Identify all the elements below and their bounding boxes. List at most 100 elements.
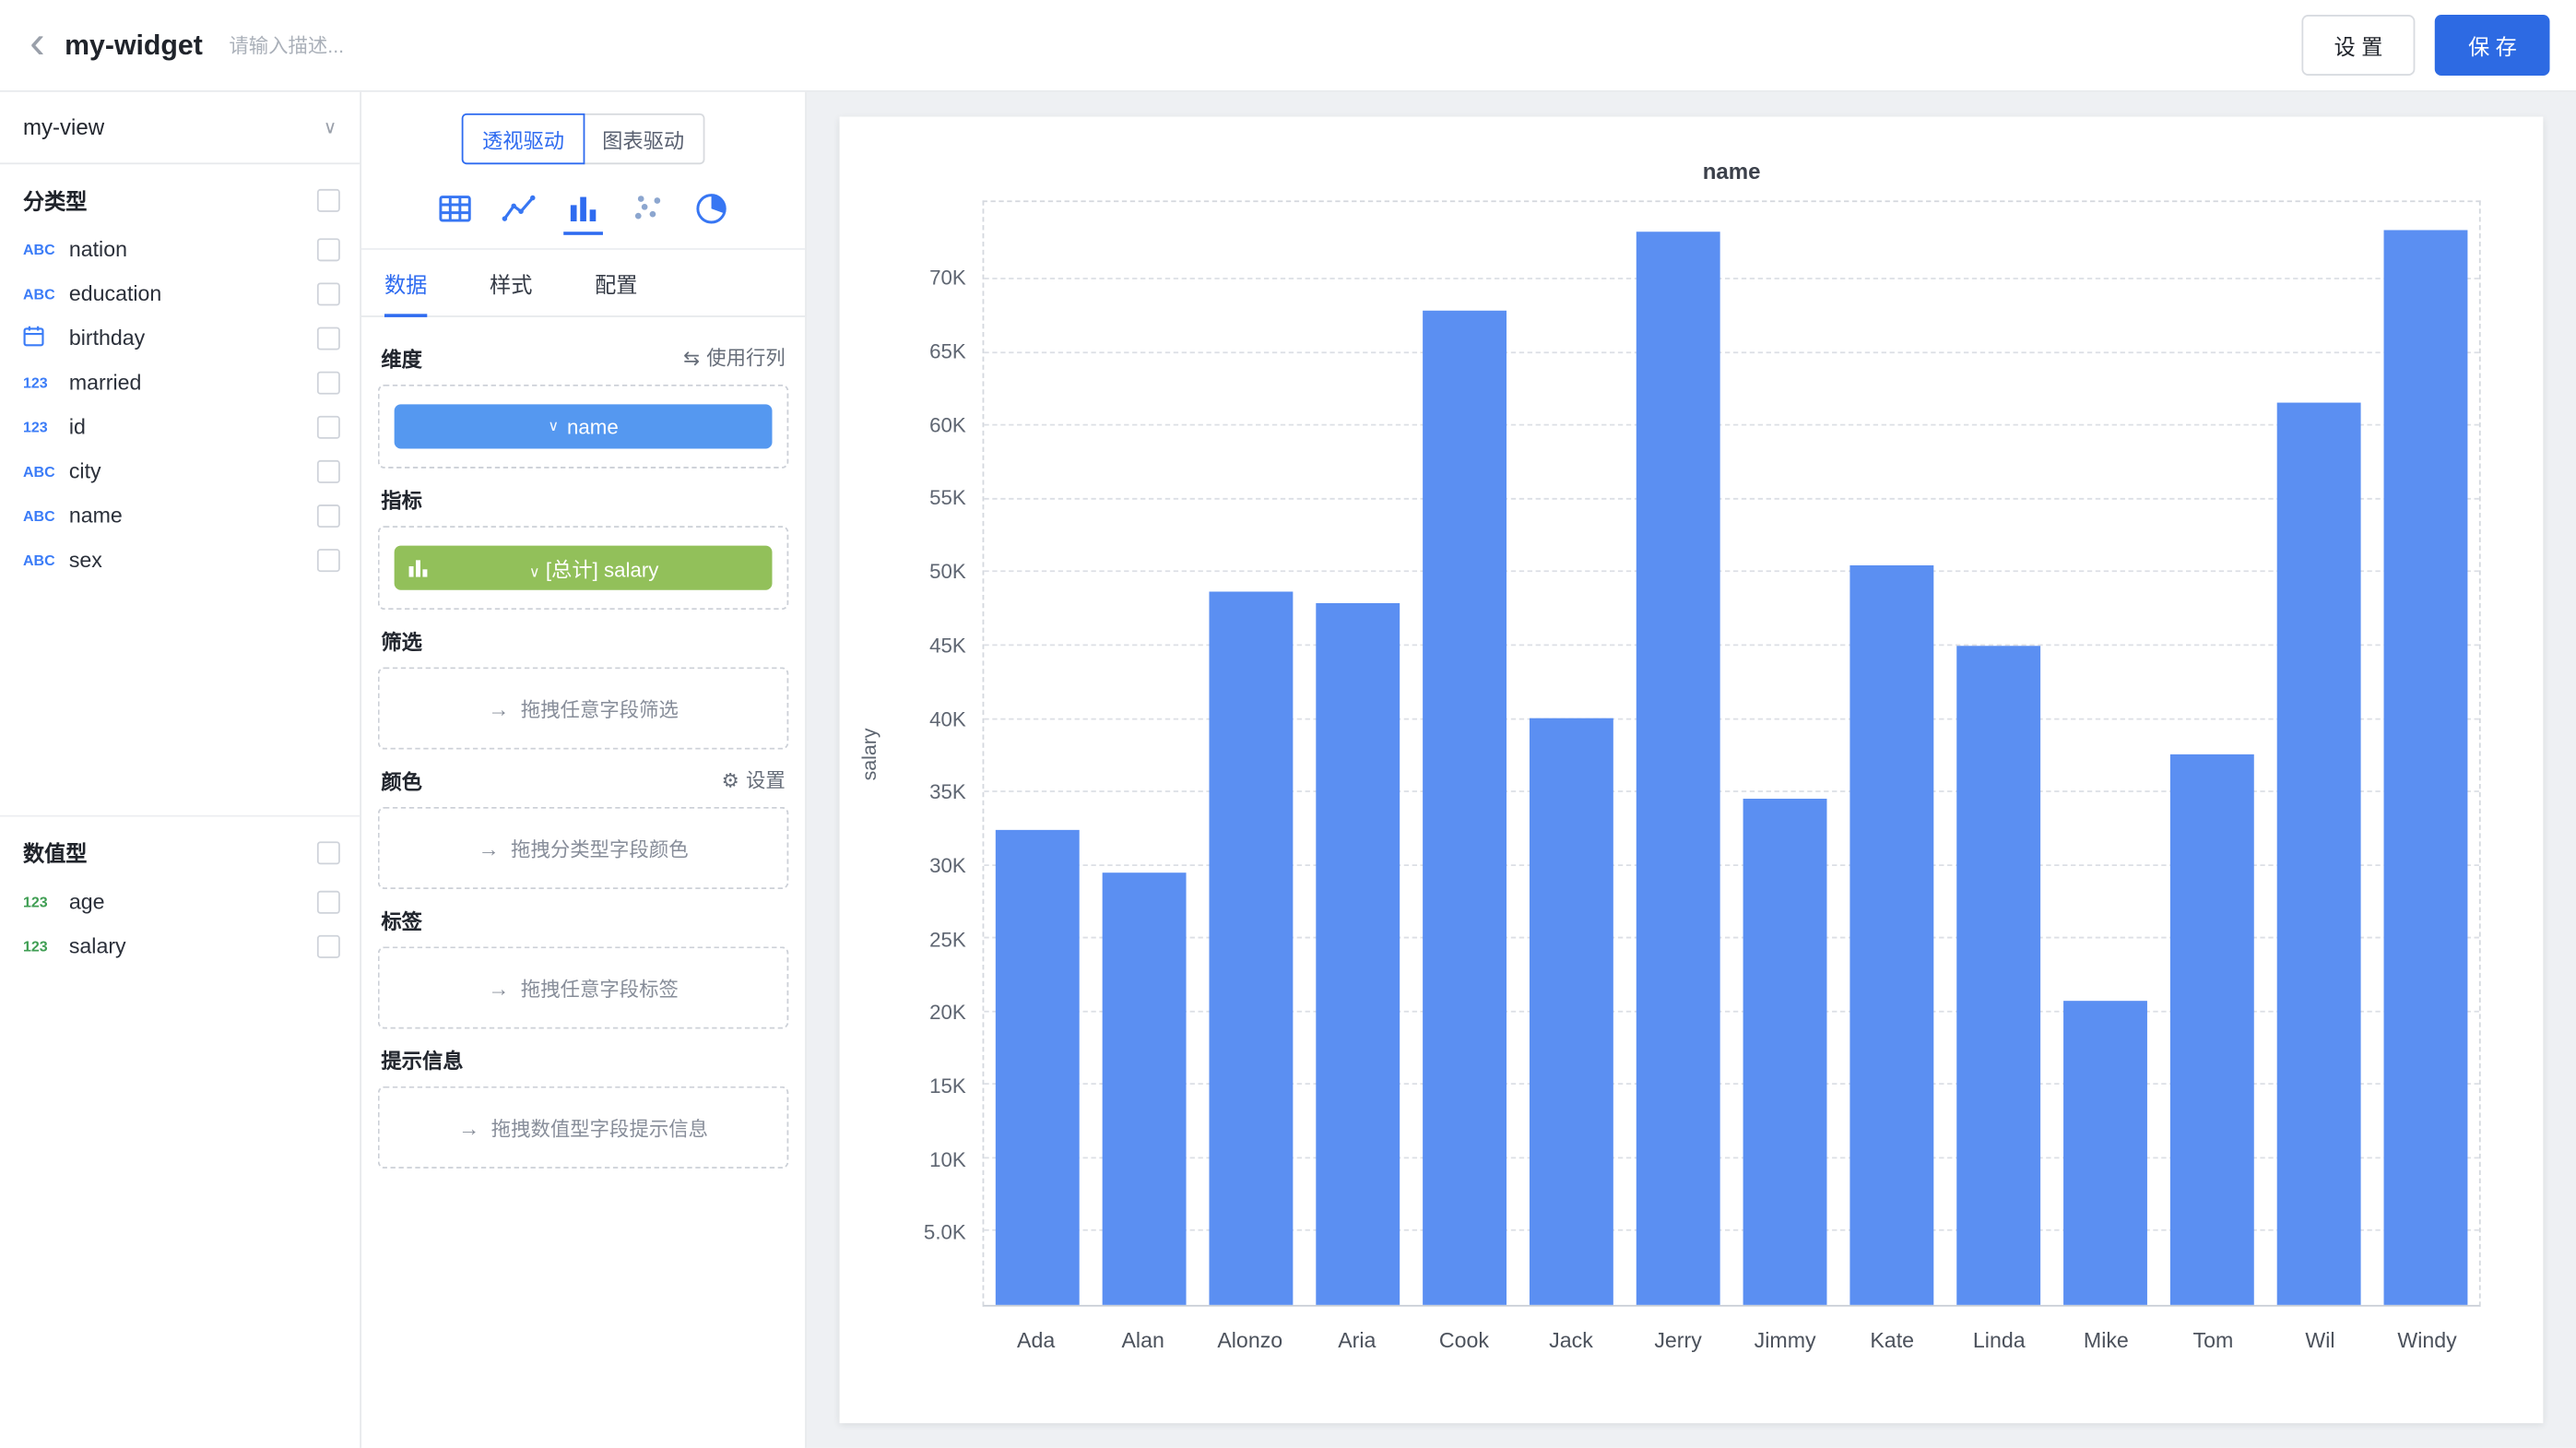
tab-config[interactable]: 配置	[595, 250, 637, 317]
x-tick-label: Aria	[1304, 1328, 1411, 1353]
bar-slot	[1945, 202, 2052, 1305]
chart-title: name	[983, 160, 2481, 184]
chevron-down-icon: ∨	[548, 418, 559, 436]
description-placeholder[interactable]: 请输入描述...	[229, 31, 344, 59]
field-checkbox[interactable]	[317, 237, 340, 260]
y-tick-label: 40K	[929, 707, 966, 730]
mode-chart-button[interactable]: 图表驱动	[583, 113, 704, 164]
text-field-icon: ABC	[23, 552, 69, 568]
field-checkbox[interactable]	[317, 504, 340, 527]
bar-windy[interactable]	[2384, 230, 2467, 1304]
fields-sidebar: my-view ∨ 分类型 ABC nation ABC education	[0, 92, 361, 1448]
field-name: birthday	[69, 326, 317, 350]
field-row-id[interactable]: 123 id	[0, 404, 360, 448]
tooltip-dropzone[interactable]: → 拖拽数值型字段提示信息	[378, 1086, 788, 1169]
dimension-pill-name[interactable]: ∨ name	[395, 404, 773, 448]
widget-title: my-widget	[65, 29, 203, 62]
bar-slot	[2052, 202, 2159, 1305]
y-tick-label: 20K	[929, 1002, 966, 1025]
field-row-salary[interactable]: 123 salary	[0, 923, 360, 967]
label-dropzone[interactable]: → 拖拽任意字段标签	[378, 946, 788, 1028]
y-tick-label: 45K	[929, 634, 966, 657]
tab-style[interactable]: 样式	[490, 250, 532, 317]
config-panel: 透视驱动 图表驱动	[361, 92, 807, 1448]
field-row-name[interactable]: ABC name	[0, 493, 360, 538]
field-row-city[interactable]: ABC city	[0, 448, 360, 493]
field-checkbox[interactable]	[317, 934, 340, 957]
view-selector[interactable]: my-view ∨	[0, 92, 360, 164]
field-row-nation[interactable]: ABC nation	[0, 227, 360, 271]
use-rowcol-label: 使用行列	[706, 343, 786, 371]
field-checkbox[interactable]	[317, 282, 340, 305]
bar-slot	[1305, 202, 1412, 1305]
bar-ada[interactable]	[996, 830, 1079, 1304]
bar-alan[interactable]	[1103, 872, 1186, 1304]
categorical-select-all-checkbox[interactable]	[317, 188, 340, 211]
field-checkbox[interactable]	[317, 415, 340, 438]
label-hint: 拖拽任意字段标签	[521, 974, 679, 1002]
bar-slot	[1625, 202, 1731, 1305]
y-tick-label: 35K	[929, 781, 966, 804]
table-chart-icon[interactable]	[435, 189, 475, 235]
gear-icon: ⚙	[722, 768, 739, 791]
use-rowcol-action[interactable]: ⇆ 使用行列	[683, 343, 786, 371]
numeric-section-label: 数值型	[23, 837, 88, 868]
field-name: nation	[69, 237, 317, 262]
bar-slot	[2158, 202, 2265, 1305]
bar-tom[interactable]	[2170, 754, 2253, 1305]
field-checkbox[interactable]	[317, 459, 340, 482]
bar-jack[interactable]	[1530, 718, 1613, 1305]
bar-wil[interactable]	[2277, 403, 2360, 1305]
bar-cook[interactable]	[1423, 311, 1506, 1305]
field-row-age[interactable]: 123 age	[0, 879, 360, 923]
line-chart-icon[interactable]	[500, 189, 539, 235]
numeric-section-header: 数值型	[0, 817, 360, 880]
save-button[interactable]: 保 存	[2435, 15, 2549, 76]
color-dropzone[interactable]: → 拖拽分类型字段颜色	[378, 807, 788, 889]
field-row-education[interactable]: ABC education	[0, 271, 360, 315]
settings-button[interactable]: 设 置	[2301, 15, 2416, 76]
bar-jerry[interactable]	[1637, 231, 1719, 1305]
measure-dropzone[interactable]: ∨ [总计] salary	[378, 526, 788, 610]
field-name: education	[69, 281, 317, 306]
x-tick-label: Windy	[2374, 1328, 2481, 1353]
field-checkbox[interactable]	[317, 548, 340, 571]
drag-arrow-icon: →	[488, 976, 509, 1001]
bar-chart-icon[interactable]	[563, 189, 603, 235]
field-checkbox[interactable]	[317, 326, 340, 350]
field-checkbox[interactable]	[317, 890, 340, 913]
field-row-married[interactable]: 123 married	[0, 360, 360, 404]
view-selector-label: my-view	[23, 115, 104, 140]
scatter-chart-icon[interactable]	[628, 189, 668, 235]
bar-aria[interactable]	[1317, 603, 1400, 1305]
numeric-select-all-checkbox[interactable]	[317, 840, 340, 863]
dimension-dropzone[interactable]: ∨ name	[378, 385, 788, 469]
drive-mode-toggle: 透视驱动 图表驱动	[361, 92, 805, 179]
number-field-icon: 123	[23, 374, 69, 390]
bar-jimmy[interactable]	[1743, 798, 1826, 1304]
filter-dropzone[interactable]: → 拖拽任意字段筛选	[378, 667, 788, 749]
tab-data[interactable]: 数据	[384, 250, 427, 317]
mode-pivot-button[interactable]: 透视驱动	[463, 113, 585, 164]
text-field-icon: ABC	[23, 463, 69, 480]
field-row-birthday[interactable]: birthday	[0, 315, 360, 360]
measure-pill-salary[interactable]: ∨ [总计] salary	[395, 546, 773, 590]
color-setting-action[interactable]: ⚙ 设置	[722, 766, 786, 793]
x-tick-label: Kate	[1838, 1328, 1945, 1353]
bar-mike[interactable]	[2063, 1001, 2146, 1305]
x-tick-label: Jerry	[1625, 1328, 1731, 1353]
bar-slot	[2265, 202, 2372, 1305]
bar-linda[interactable]	[1957, 646, 2040, 1305]
field-row-sex[interactable]: ABC sex	[0, 538, 360, 582]
topbar: ‹ my-widget 请输入描述... 设 置 保 存	[0, 0, 2576, 92]
bar-kate[interactable]	[1850, 565, 1933, 1305]
field-checkbox[interactable]	[317, 371, 340, 394]
number-field-icon: 123	[23, 938, 69, 955]
back-chevron-icon[interactable]: ‹	[30, 18, 45, 65]
chevron-down-icon: ∨	[529, 564, 540, 580]
filter-label: 筛选	[381, 624, 422, 656]
pie-chart-icon[interactable]	[691, 189, 731, 235]
bar-alonzo[interactable]	[1210, 592, 1293, 1305]
label-label: 标签	[381, 904, 422, 935]
field-name: name	[69, 503, 317, 528]
